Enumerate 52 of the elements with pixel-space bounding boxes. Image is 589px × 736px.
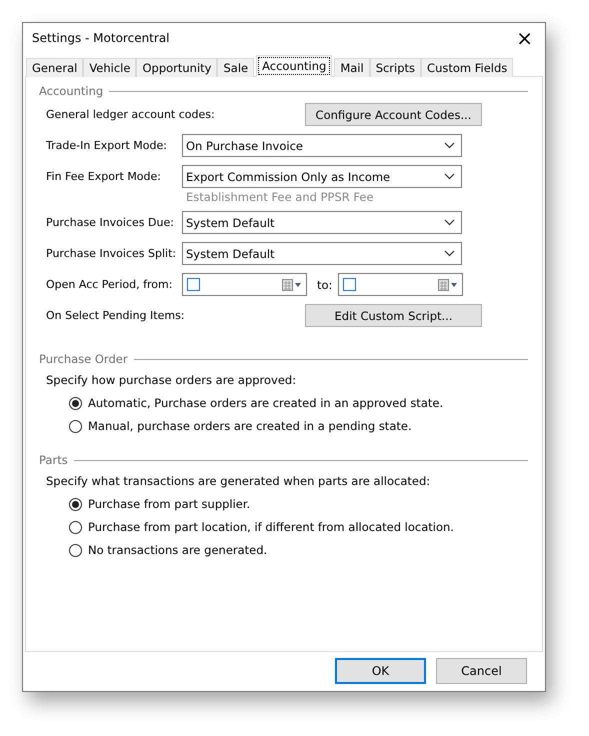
field-label: Open Acc Period, from: xyxy=(46,278,174,291)
radio-label: Purchase from part location, if different from allocated location. xyxy=(88,520,454,534)
radio-button[interactable] xyxy=(69,498,82,510)
field-label: to: xyxy=(317,278,332,292)
section-title: Purchase Order xyxy=(39,352,128,366)
chevron-down-icon xyxy=(444,173,455,180)
tab[interactable]: Vehicle xyxy=(83,58,136,77)
calendar-dropdown-icon[interactable] xyxy=(282,278,302,290)
hint-text: Establishment Fee and PPSR Fee xyxy=(186,190,375,205)
dialog-button[interactable]: Cancel xyxy=(436,658,527,684)
dropdown-field[interactable]: On Purchase Invoice xyxy=(182,134,462,157)
tab[interactable]: General xyxy=(26,58,84,77)
close-button[interactable]: × xyxy=(514,28,535,48)
field-label: Trade-In Export Mode: xyxy=(46,139,168,152)
action-button[interactable]: Edit Custom Script... xyxy=(305,304,482,327)
radio-label: Manual, purchase orders are created in a pending state. xyxy=(88,419,412,433)
section-title: Accounting xyxy=(39,84,104,98)
tab[interactable]: Accounting xyxy=(256,55,332,77)
tab[interactable]: Mail xyxy=(334,58,370,77)
field-label: On Select Pending Items: xyxy=(46,309,185,322)
radio-button[interactable] xyxy=(69,420,82,432)
tab[interactable]: Custom Fields xyxy=(421,58,514,77)
chevron-down-icon xyxy=(444,219,455,226)
chevron-down-icon xyxy=(444,250,455,257)
field-label: Fin Fee Export Mode: xyxy=(46,170,162,183)
dropdown-field[interactable]: System Default xyxy=(182,211,462,234)
radio-label: Purchase from part supplier. xyxy=(88,497,250,511)
field-label: Purchase Invoices Split: xyxy=(46,247,178,260)
calendar-dropdown-icon[interactable] xyxy=(438,278,458,290)
radio-button[interactable] xyxy=(69,544,82,556)
section-prompt: Specify what transactions are generated when parts are allocated: xyxy=(45,473,432,490)
radio-label: No transactions are generated. xyxy=(88,543,268,557)
section-prompt: Specify how purchase orders are approved: xyxy=(45,372,298,389)
radio-button[interactable] xyxy=(69,520,82,534)
section-title: Parts xyxy=(39,453,68,467)
date-field[interactable] xyxy=(338,273,464,296)
action-button[interactable]: Configure Account Codes... xyxy=(305,103,482,126)
tab[interactable]: Scripts xyxy=(370,58,422,77)
chevron-down-icon xyxy=(444,142,455,149)
tab[interactable]: Sale xyxy=(217,58,254,77)
dialog-button[interactable]: OK xyxy=(335,658,426,684)
radio-button[interactable] xyxy=(69,396,82,410)
field-label: Purchase Invoices Due: xyxy=(46,216,175,229)
dropdown-field[interactable]: System Default xyxy=(182,242,462,265)
tab[interactable]: Opportunity xyxy=(136,58,218,77)
field-label: General ledger account codes: xyxy=(46,108,215,121)
radio-label: Automatic, Purchase orders are created in an approved state. xyxy=(88,396,444,410)
checkbox[interactable] xyxy=(187,278,200,291)
checkbox[interactable] xyxy=(343,278,356,291)
window-title: Settings - Motorcentral xyxy=(32,31,170,45)
date-field[interactable] xyxy=(182,273,307,296)
dropdown-field[interactable]: Export Commission Only as Income xyxy=(182,165,462,188)
